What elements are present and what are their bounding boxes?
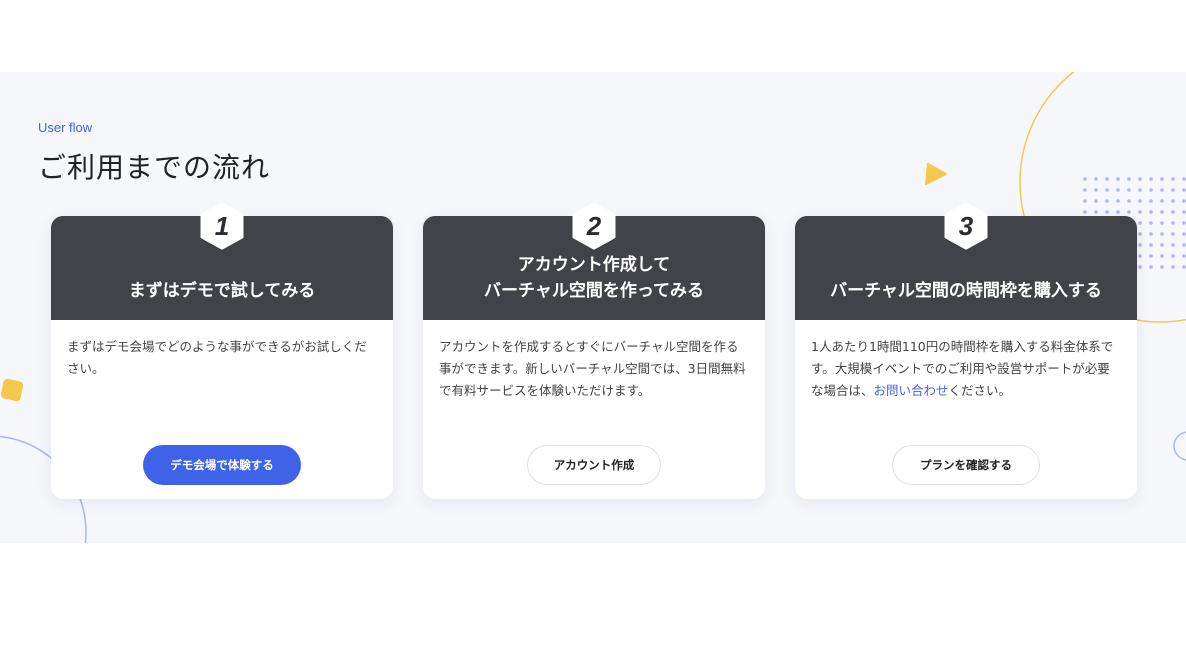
- card-description: 1人あたり1時間110円の時間枠を購入する料金体系です。大規模イベントでのご利用…: [795, 320, 1137, 402]
- step-number: 2: [586, 211, 602, 241]
- description-text-end: ください。: [948, 383, 1012, 398]
- card-description: まずはデモ会場でどのような事ができるがお試しください。: [67, 339, 367, 376]
- deco-triangle-icon: [925, 163, 947, 185]
- flow-card-1: まずはデモで試してみる 1 まずはデモ会場でどのような事ができるがお試しください…: [51, 202, 393, 499]
- create-account-button[interactable]: アカウント作成: [527, 445, 661, 485]
- section-eyebrow: User flow: [38, 120, 93, 135]
- try-demo-button[interactable]: デモ会場で体験する: [143, 445, 301, 485]
- section-title: ご利用までの流れ: [38, 151, 271, 184]
- deco-circle-small-right: [1173, 431, 1186, 461]
- contact-link[interactable]: お問い合わせ: [874, 383, 949, 398]
- card-title: まずはデモで試してみる: [128, 281, 316, 301]
- deco-square-left: [0, 378, 24, 402]
- card-title: アカウント作成して バーチャル空間を作ってみる: [484, 255, 704, 301]
- flow-card-3: バーチャル空間の時間枠を購入する 3 1人あたり1時間110円の時間枠を購入する…: [795, 202, 1137, 499]
- step-number: 3: [958, 211, 974, 241]
- view-plans-button[interactable]: プランを確認する: [892, 445, 1040, 485]
- flow-card-2: アカウント作成して バーチャル空間を作ってみる 2 アカウントを作成するとすぐに…: [423, 202, 765, 499]
- step-badge: 3: [942, 202, 990, 250]
- step-badge: 2: [570, 202, 618, 250]
- user-flow-section: User flow ご利用までの流れ まずはデモで試してみる 1 まずはデモ会場…: [0, 72, 1186, 543]
- step-number: 1: [214, 211, 230, 241]
- card-description: アカウントを作成するとすぐにバーチャル空間を作る事ができます。新しいバーチャル空…: [439, 339, 746, 398]
- card-title: バーチャル空間の時間枠を購入する: [830, 281, 1102, 301]
- step-badge: 1: [198, 202, 246, 250]
